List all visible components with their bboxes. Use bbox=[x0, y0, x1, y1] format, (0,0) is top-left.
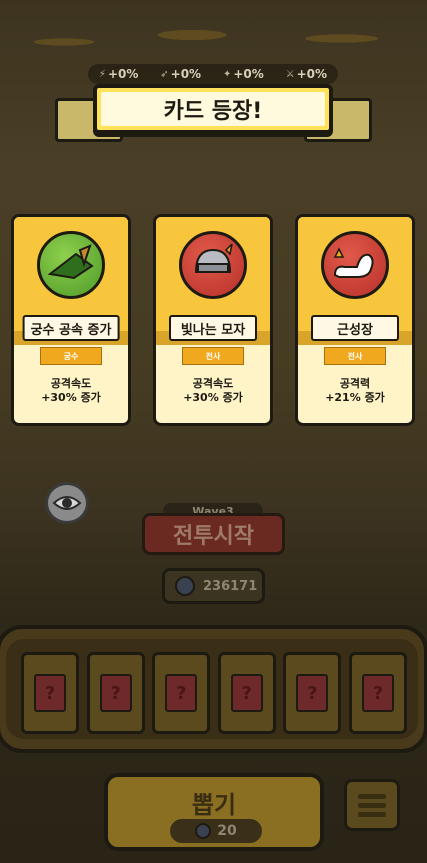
banner-title: 카드 등장! bbox=[163, 99, 263, 124]
bolt-icon: ⚡ bbox=[98, 68, 106, 80]
stat-1: ⚡ +0% bbox=[98, 67, 139, 81]
mystery-card-icon: ? bbox=[34, 674, 66, 712]
draw-cost: 20 bbox=[170, 819, 262, 843]
mystery-card-icon: ? bbox=[230, 674, 263, 712]
card-muscle-growth[interactable]: 근성장 전사 공격력 +21% 증가 bbox=[295, 214, 415, 426]
card-slot[interactable]: ? bbox=[217, 652, 276, 734]
eye-toggle-button[interactable] bbox=[45, 482, 89, 524]
draw-button[interactable]: 뽑기 20 bbox=[104, 773, 324, 851]
coin-counter: 236171 bbox=[162, 568, 265, 604]
coin-amount: 236171 bbox=[203, 578, 258, 594]
card-slot[interactable]: ? bbox=[21, 652, 79, 734]
mystery-card-icon: ? bbox=[361, 674, 394, 712]
list-icon-bar bbox=[358, 811, 386, 817]
stat-bar: ⚡ +0% ➶ +0% ✦ +0% ⚔ +0% bbox=[88, 64, 338, 84]
card-slot[interactable]: ? bbox=[283, 652, 342, 734]
stat-4: ⚔ +0% bbox=[285, 67, 328, 81]
card-description: 공격속도 +30% 증가 bbox=[41, 377, 101, 404]
list-icon-bar bbox=[358, 802, 386, 808]
card-slot[interactable]: ? bbox=[152, 652, 211, 734]
coin-icon bbox=[175, 576, 195, 596]
helmet-icon bbox=[179, 231, 247, 299]
card-description: 공격력 +21% 증가 bbox=[325, 377, 385, 404]
card-slots: ? ? ? ? ? ? bbox=[21, 652, 407, 734]
coin-icon bbox=[195, 823, 212, 839]
card-slot[interactable]: ? bbox=[86, 652, 145, 734]
list-icon-bar bbox=[358, 793, 386, 799]
muscle-arm-icon bbox=[321, 231, 389, 299]
mystery-card-icon: ? bbox=[296, 674, 329, 712]
wand-icon: ✦ bbox=[222, 68, 232, 80]
draw-label: 뽑기 bbox=[191, 791, 237, 819]
card-class-badge: 전사 bbox=[324, 347, 386, 365]
eye-icon bbox=[52, 496, 82, 510]
stat-3: ✦ +0% bbox=[222, 67, 264, 81]
arrow-icon: ➶ bbox=[160, 68, 169, 80]
card-class-badge: 전사 bbox=[182, 347, 244, 365]
card-name: 빛나는 모자 bbox=[169, 315, 257, 341]
battle-start-button[interactable]: 전투시작 bbox=[142, 513, 285, 555]
card-archer-speed[interactable]: 궁수 공속 증가 궁수 공격속도 +30% 증가 bbox=[11, 214, 131, 426]
card-name: 근성장 bbox=[311, 315, 399, 341]
stat-2: ➶ +0% bbox=[160, 67, 202, 81]
card-description: 공격속도 +30% 증가 bbox=[183, 377, 243, 404]
card-class-badge: 궁수 bbox=[40, 347, 102, 365]
tree-row bbox=[0, 0, 427, 70]
menu-list-button[interactable] bbox=[344, 779, 400, 831]
archer-hat-icon bbox=[37, 231, 105, 299]
card-name: 궁수 공속 증가 bbox=[22, 315, 120, 341]
mystery-card-icon: ? bbox=[165, 674, 198, 712]
sword-icon: ⚔ bbox=[285, 68, 295, 80]
card-shining-hat[interactable]: 빛나는 모자 전사 공격속도 +30% 증가 bbox=[153, 214, 273, 426]
mystery-card-icon: ? bbox=[99, 674, 132, 712]
card-appear-banner: 카드 등장! bbox=[93, 84, 333, 134]
card-slot[interactable]: ? bbox=[348, 652, 407, 734]
